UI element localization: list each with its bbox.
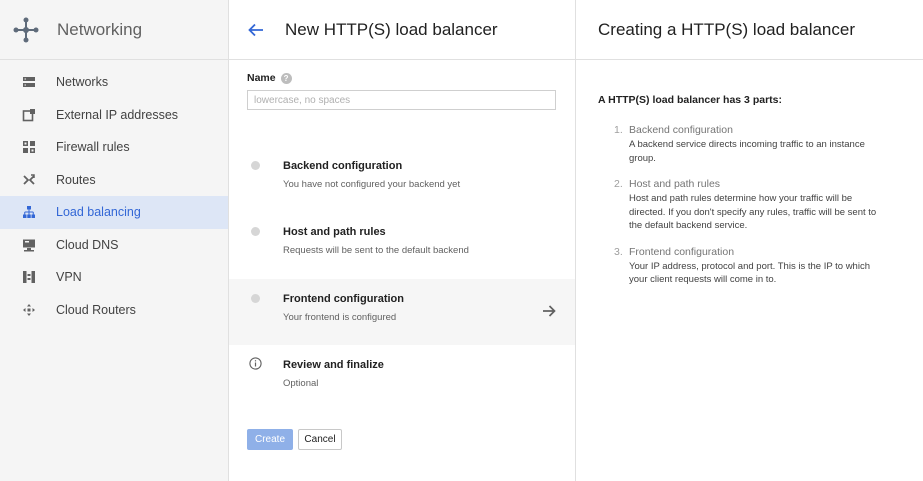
help-part-description-line: group. xyxy=(629,152,656,164)
sidebar-nav: Networks External IP addresses Firewall … xyxy=(0,60,228,326)
help-part-number: 3. xyxy=(614,245,623,258)
sidebar-title: Networking xyxy=(57,19,143,39)
name-label-text: Name xyxy=(247,72,276,84)
sidebar-header: Networking xyxy=(0,0,228,60)
step-title: Review and finalize xyxy=(283,359,384,371)
help-intro: A HTTP(S) load balancer has 3 parts: xyxy=(598,94,782,106)
sidebar-item-load-balancing[interactable]: Load balancing xyxy=(0,196,228,229)
sidebar-item-label: Cloud DNS xyxy=(56,237,119,252)
step-host-and-path-rules[interactable]: Host and path rules Requests will be sen… xyxy=(229,212,575,278)
create-button[interactable]: Create xyxy=(247,429,293,450)
step-review-and-finalize[interactable]: Review and finalize Optional xyxy=(229,345,575,411)
sidebar-item-label: Cloud Routers xyxy=(56,302,136,317)
step-subtitle: Your frontend is configured xyxy=(283,312,397,323)
help-part: 1. Backend configuration A backend servi… xyxy=(614,124,904,165)
sidebar-item-label: Routes xyxy=(56,172,96,187)
cancel-button[interactable]: Cancel xyxy=(298,429,342,450)
sidebar-item-firewall-rules[interactable]: Firewall rules xyxy=(0,131,228,164)
step-status-dot-icon xyxy=(251,227,260,236)
page-title: New HTTP(S) load balancer xyxy=(285,19,498,39)
help-part-description-line: the default backend service. xyxy=(629,220,748,231)
form-actions: Create Cancel xyxy=(247,429,342,450)
sidebar-item-vpn[interactable]: VPN xyxy=(0,261,228,294)
help-part: 3. Frontend configuration Your IP addres… xyxy=(614,246,904,287)
help-icon[interactable]: ? xyxy=(280,72,292,84)
name-label: Name ? xyxy=(247,72,557,84)
info-icon xyxy=(249,357,262,370)
sidebar-item-cloud-dns[interactable]: Cloud DNS xyxy=(0,229,228,262)
help-part-description-line: Your IP address, protocol and port. This… xyxy=(629,260,870,272)
help-part: 2. Host and path rules Host and path rul… xyxy=(614,178,904,233)
step-backend-configuration[interactable]: Backend configuration You have not confi… xyxy=(229,146,575,212)
help-panel: Creating a HTTP(S) load balancer A HTTP(… xyxy=(576,0,923,481)
help-header: Creating a HTTP(S) load balancer xyxy=(576,0,923,60)
load-balancer-form-panel: New HTTP(S) load balancer Name ? Backend… xyxy=(229,0,576,481)
networking-logo-icon xyxy=(13,17,39,42)
cloud-routers-icon xyxy=(22,303,36,317)
sidebar-item-label: Firewall rules xyxy=(56,140,130,155)
step-status-dot-icon xyxy=(251,161,260,170)
name-field-group: Name ? xyxy=(229,60,575,110)
sidebar-item-external-ip-addresses[interactable]: External IP addresses xyxy=(0,99,228,132)
help-part-number: 1. xyxy=(614,124,623,136)
help-parts-list: 1. Backend configuration A backend servi… xyxy=(614,124,904,300)
help-part-title: Backend configuration xyxy=(629,124,733,136)
step-title: Backend configuration xyxy=(283,160,403,172)
sidebar-item-label: Networks xyxy=(56,75,109,90)
help-part-description-line: your client requests will come in to. xyxy=(629,274,777,285)
vpn-icon xyxy=(22,270,36,284)
help-part-description-line: directed. If you don't specify any rules… xyxy=(629,206,877,218)
sidebar-item-label: External IP addresses xyxy=(56,107,179,122)
help-title: Creating a HTTP(S) load balancer xyxy=(598,19,856,39)
networks-icon xyxy=(22,75,36,89)
routes-icon xyxy=(22,173,36,187)
step-title: Frontend configuration xyxy=(283,293,404,305)
help-part-title: Frontend configuration xyxy=(629,245,735,258)
sidebar-item-cloud-routers[interactable]: Cloud Routers xyxy=(0,294,228,327)
app-window: Networking Networks External IP addresse… xyxy=(0,0,923,481)
cloud-dns-icon xyxy=(22,238,36,252)
sidebar-item-label: VPN xyxy=(56,270,82,285)
form-header: New HTTP(S) load balancer xyxy=(229,0,575,60)
help-part-description: Host and path rules determine how your t… xyxy=(629,192,876,233)
sidebar: Networking Networks External IP addresse… xyxy=(0,0,229,481)
step-status-dot-icon xyxy=(251,294,260,303)
sidebar-item-label: Load balancing xyxy=(56,205,141,220)
step-title: Host and path rules xyxy=(283,226,386,238)
help-part-description: A backend service directs incoming traff… xyxy=(629,138,865,165)
help-part-title: Host and path rules xyxy=(629,178,721,190)
help-part-description: Your IP address, protocol and port. This… xyxy=(629,260,870,287)
back-arrow-icon[interactable] xyxy=(247,21,265,39)
help-part-number: 2. xyxy=(614,178,623,190)
sidebar-item-networks[interactable]: Networks xyxy=(0,66,228,99)
step-subtitle: Optional xyxy=(283,378,319,389)
firewall-icon xyxy=(22,140,36,154)
load-balancing-icon xyxy=(22,205,36,219)
external-ip-icon xyxy=(22,108,36,122)
step-subtitle: You have not configured your backend yet xyxy=(283,179,461,190)
sidebar-item-routes[interactable]: Routes xyxy=(0,164,228,197)
help-part-description-line: A backend service directs incoming traff… xyxy=(629,139,865,150)
step-frontend-configuration[interactable]: Frontend configuration Your frontend is … xyxy=(229,279,575,345)
name-input[interactable] xyxy=(247,90,556,110)
arrow-right-icon[interactable] xyxy=(541,303,557,319)
step-subtitle: Requests will be sent to the default bac… xyxy=(283,245,469,256)
help-part-description-line: Host and path rules determine how your t… xyxy=(629,193,853,204)
